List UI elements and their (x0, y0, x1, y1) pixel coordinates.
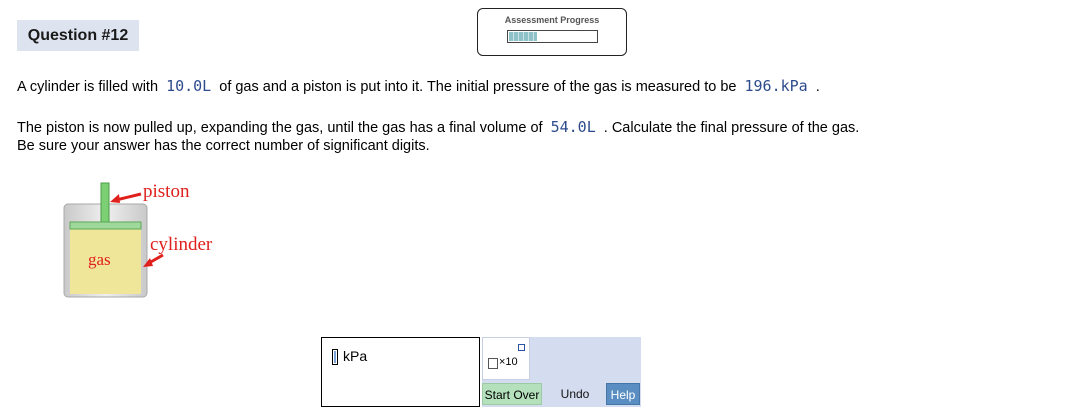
undo-button[interactable]: Undo (552, 383, 598, 405)
problem-line-1: A cylinder is filled with 10.0L of gas a… (17, 77, 820, 97)
problem-text: . (815, 79, 820, 95)
initial-volume-value: 10.0L (166, 77, 212, 95)
final-volume-value: 54.0L (550, 118, 596, 136)
problem-line-2: The piston is now pulled up, expanding t… (17, 118, 859, 138)
tool-panel: ×10 Start Over Undo Help (482, 337, 641, 407)
cylinder-label: cylinder (150, 234, 213, 255)
initial-pressure-value: 196.kPa (744, 77, 808, 95)
piston-cylinder-diagram: piston cylinder gas (63, 181, 213, 298)
piston-arrow (110, 192, 142, 203)
problem-text: The piston is now pulled up, expanding t… (17, 120, 543, 136)
problem-text: A cylinder is filled with (17, 79, 159, 95)
start-over-button[interactable]: Start Over (482, 383, 542, 405)
problem-text: of gas and a piston is put into it. The … (219, 79, 737, 95)
progress-fill (509, 32, 537, 41)
answer-unit: kPa (343, 348, 368, 364)
assessment-progress: Assessment Progress (477, 8, 627, 56)
answer-input[interactable]: kPa (321, 337, 480, 407)
sci-mantissa-box (488, 358, 498, 369)
problem-line-3: Be sure your answer has the correct numb… (17, 138, 430, 154)
gas-label: gas (88, 250, 111, 269)
problem-text: . Calculate the final pressure of the ga… (603, 120, 860, 136)
sci-notation-label: ×10 (499, 356, 518, 368)
sci-exponent-box (518, 344, 525, 351)
progress-bar (507, 30, 598, 43)
question-label: Question #12 (17, 20, 139, 51)
help-button[interactable]: Help (606, 383, 640, 405)
progress-title: Assessment Progress (504, 15, 600, 25)
piston-label: piston (143, 181, 190, 202)
scientific-notation-button[interactable]: ×10 (482, 337, 530, 380)
input-cursor (332, 349, 338, 365)
